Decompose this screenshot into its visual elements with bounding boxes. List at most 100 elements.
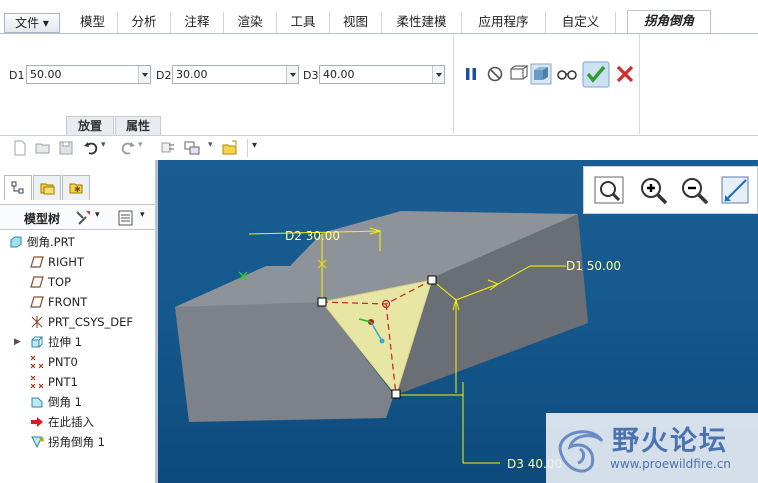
- tab-properties[interactable]: 属性: [115, 116, 161, 135]
- svg-text:✱: ✱: [39, 436, 44, 444]
- cancel-x-icon[interactable]: [614, 63, 636, 85]
- ribbon-group-separator: [453, 34, 454, 134]
- drag-handle[interactable]: [427, 275, 437, 285]
- save-icon[interactable]: [58, 140, 74, 156]
- verify-preview-icon[interactable]: [530, 63, 552, 85]
- datum-plane-icon: [30, 296, 44, 308]
- tab-applications[interactable]: 应用程序: [462, 12, 546, 34]
- tree-item-label: 拉伸 1: [48, 335, 82, 349]
- accept-checkmark-icon[interactable]: [582, 61, 610, 88]
- toolbar-customize-dropdown-icon[interactable]: ▾: [252, 140, 257, 151]
- navigator-panel: ✱ 模型树 ▾ ▾ 倒角.PRT RIGHT TOP FRONT PRT_CSY…: [0, 160, 158, 483]
- tree-item-pnt0[interactable]: PNT0: [0, 353, 150, 371]
- tree-item-label: 拐角倒角 1: [48, 435, 105, 449]
- csys-y-tip: [379, 338, 385, 344]
- datum-point-icon: [30, 375, 44, 389]
- d2-value-combo[interactable]: 30.00: [172, 65, 299, 84]
- close-window-folder-icon[interactable]: [222, 140, 238, 156]
- insert-arrow-icon: [31, 417, 43, 427]
- tree-item-label: PRT_CSYS_DEF: [48, 315, 134, 329]
- tree-item-right[interactable]: RIGHT: [0, 253, 150, 271]
- watermark-title: 野火论坛: [612, 426, 728, 457]
- proewildfire-logo-icon: [558, 430, 604, 473]
- tree-item-corner-chamfer[interactable]: ✱ 拐角倒角 1: [0, 433, 150, 451]
- tab-tools[interactable]: 工具: [277, 12, 330, 34]
- tree-settings-tools-icon[interactable]: [74, 209, 92, 227]
- tree-item-insert-here[interactable]: 在此插入: [0, 413, 150, 431]
- tab-file[interactable]: 文件 ▾: [4, 13, 60, 33]
- favorites-tab-icon: ✱: [69, 183, 83, 194]
- tab-analysis[interactable]: 分析: [118, 12, 171, 34]
- glasses-preview-icon[interactable]: [556, 63, 578, 85]
- tab-customize[interactable]: 自定义: [546, 12, 616, 34]
- tree-item-label: PNT1: [48, 375, 78, 389]
- zoom-in-icon[interactable]: [637, 174, 671, 208]
- tab-view[interactable]: 视图: [330, 12, 382, 34]
- folder-browser-tab-icon: [40, 183, 55, 195]
- ribbon-group-separator: [639, 34, 640, 134]
- tree-item-label: TOP: [48, 275, 72, 289]
- no-preview-icon[interactable]: [484, 63, 506, 85]
- watermark-url: www.proewildfire.cn: [610, 457, 731, 471]
- tab-placement[interactable]: 放置: [66, 116, 114, 135]
- d1-dropdown-arrow-icon[interactable]: [138, 66, 150, 83]
- geometry-preview-icon[interactable]: [507, 63, 529, 85]
- regenerate-icon[interactable]: [160, 140, 176, 156]
- d3-dropdown-arrow-icon[interactable]: [432, 66, 444, 83]
- favorites-tab[interactable]: ✱: [62, 175, 90, 200]
- datum-point-icon: [30, 355, 44, 369]
- new-file-icon[interactable]: [12, 140, 28, 156]
- tree-item-front[interactable]: FRONT: [0, 293, 150, 311]
- quick-access-toolbar: ▾ ▾ ▾ ▾: [0, 137, 758, 159]
- d3-label: D3: [303, 69, 319, 82]
- model-tree-tab[interactable]: [4, 175, 32, 200]
- zoom-out-icon[interactable]: [678, 174, 712, 208]
- d2-dropdown-arrow-icon[interactable]: [286, 66, 298, 83]
- tab-annotate[interactable]: 注释: [171, 12, 224, 34]
- toolbar-separator: [247, 139, 248, 157]
- windows-dropdown-icon[interactable]: ▾: [208, 140, 213, 150]
- drag-handle[interactable]: [317, 297, 327, 307]
- d1-value-combo[interactable]: 50.00: [26, 65, 151, 84]
- redo-dropdown-icon[interactable]: ▾: [138, 140, 143, 150]
- d2-annotation[interactable]: D2 30.00: [285, 229, 340, 243]
- extrude-icon: [31, 336, 43, 348]
- forum-watermark: 野火论坛 www.proewildfire.cn: [546, 413, 758, 483]
- tree-item-top[interactable]: TOP: [0, 273, 150, 291]
- windows-icon[interactable]: [184, 140, 200, 156]
- graphics-viewport[interactable]: D2 30.00 D1 50.00 D3 40.00 野火论坛 www.proe…: [158, 160, 758, 483]
- d1-annotation[interactable]: D1 50.00: [566, 259, 621, 273]
- undo-dropdown-icon[interactable]: ▾: [101, 140, 106, 150]
- tree-item-chamfer[interactable]: 倒角 1: [0, 393, 150, 411]
- csys-icon: [31, 316, 43, 328]
- tree-show-dropdown-icon[interactable]: ▾: [140, 210, 145, 220]
- redo-icon[interactable]: [120, 140, 136, 156]
- d3-value-combo[interactable]: 40.00: [319, 65, 445, 84]
- refit-icon[interactable]: [593, 174, 627, 208]
- tree-item-pnt1[interactable]: PNT1: [0, 373, 150, 391]
- drag-handle[interactable]: [391, 389, 401, 399]
- repaint-icon[interactable]: [719, 174, 753, 208]
- tree-item-label: 倒角.PRT: [27, 235, 75, 249]
- tree-settings-dropdown-icon[interactable]: ▾: [95, 210, 100, 220]
- folder-browser-tab[interactable]: [33, 175, 61, 200]
- tree-item-csys[interactable]: PRT_CSYS_DEF: [0, 313, 150, 331]
- tab-model[interactable]: 模型: [68, 12, 118, 34]
- tab-render[interactable]: 渲染: [224, 12, 277, 34]
- tree-item-label: 倒角 1: [48, 395, 82, 409]
- pause-icon[interactable]: [460, 63, 482, 85]
- tab-corner-chamfer[interactable]: 拐角倒角: [627, 10, 711, 35]
- corner-chamfer-icon: ✱: [31, 436, 44, 449]
- d1-value: 50.00: [30, 68, 62, 81]
- tree-item-label: RIGHT: [48, 255, 84, 269]
- expand-arrow-icon[interactable]: ▶: [14, 333, 21, 351]
- datum-plane-icon: [30, 256, 44, 268]
- tree-item-part[interactable]: 倒角.PRT: [0, 233, 150, 251]
- open-folder-icon[interactable]: [35, 140, 51, 156]
- tree-show-icon[interactable]: [117, 209, 135, 227]
- tab-flexible-modeling[interactable]: 柔性建模: [382, 12, 462, 34]
- datum-plane-icon: [30, 276, 44, 288]
- part-icon: [10, 236, 22, 248]
- tree-item-extrude[interactable]: ▶ 拉伸 1: [0, 333, 150, 351]
- undo-icon[interactable]: [83, 140, 99, 156]
